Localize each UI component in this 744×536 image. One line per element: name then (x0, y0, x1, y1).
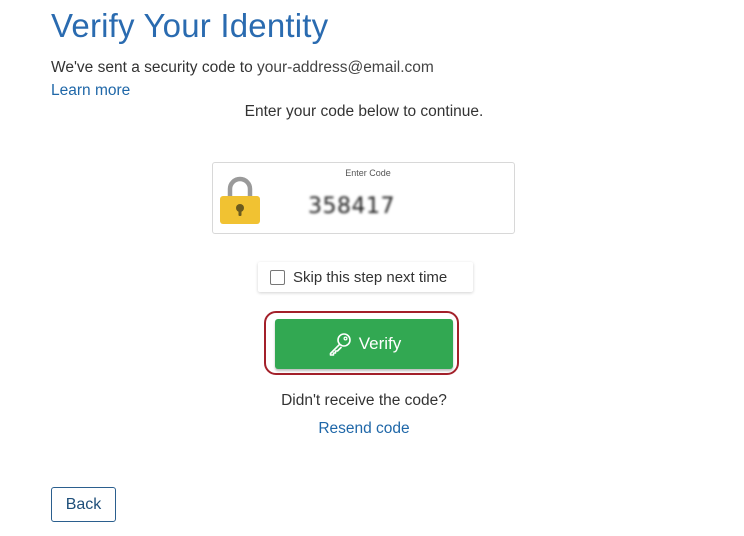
email-address: your-address@email.com (257, 59, 434, 76)
page-title: Verify Your Identity (51, 7, 329, 44)
code-sent-prefix: We've sent a security code to (51, 59, 257, 76)
learn-more-link[interactable]: Learn more (51, 81, 130, 101)
code-sent-message: We've sent a security code to your-addre… (51, 58, 434, 78)
skip-step-checkbox[interactable] (270, 269, 285, 285)
back-button[interactable]: Back (51, 487, 116, 522)
security-code-input[interactable] (308, 191, 428, 221)
instruction-text: Enter your code below to continue. (244, 103, 484, 120)
key-icon (329, 333, 351, 356)
skip-step-label: Skip this step next time (293, 268, 448, 286)
verify-button-label: Verify (358, 334, 402, 353)
code-label: Enter Code (345, 168, 391, 178)
padlock-icon (220, 176, 260, 224)
skip-step-option[interactable]: Skip this step next time (258, 262, 473, 292)
verify-button[interactable]: Verify (275, 319, 453, 369)
resend-prompt: Didn't receive the code? (281, 392, 447, 409)
resend-code-link[interactable]: Resend code (318, 420, 409, 437)
code-entry-box: Enter Code (212, 162, 515, 234)
